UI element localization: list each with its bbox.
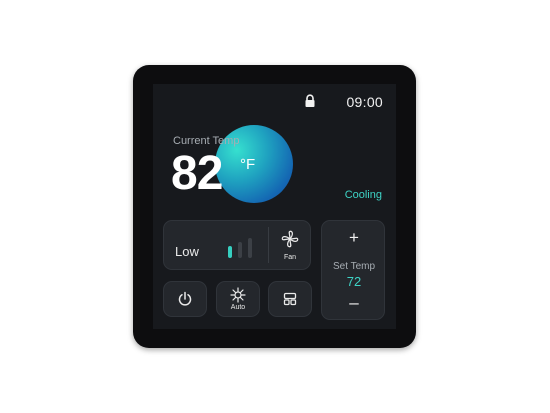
fan-control-tile: Low Fan <box>163 220 311 270</box>
fan-button[interactable]: Fan <box>269 221 311 269</box>
current-temp-value: 82 <box>171 147 223 200</box>
temp-unit: °F <box>240 156 256 173</box>
fan-level-bar <box>248 238 252 258</box>
current-temp-label: Current Temp <box>173 135 240 147</box>
fan-speed-label[interactable]: Low <box>175 244 199 259</box>
increase-temp-button[interactable]: + <box>322 229 386 246</box>
set-temp-label: Set Temp <box>332 261 376 272</box>
decrease-temp-button[interactable]: – <box>322 294 386 311</box>
auto-mode-button[interactable]: Auto <box>216 281 260 317</box>
fan-level-bar <box>228 246 232 258</box>
clock-time: 09:00 <box>346 94 383 110</box>
layout-icon <box>283 292 297 306</box>
auto-label: Auto <box>230 304 246 311</box>
fan-icon <box>281 230 299 248</box>
snowflake-sun-icon <box>230 287 246 303</box>
fan-button-label: Fan <box>283 254 297 261</box>
layout-button[interactable] <box>268 281 312 317</box>
thermostat-screen: 09:00 Current Temp 82 °F Cooling Low Fan <box>153 84 396 329</box>
lock-icon[interactable] <box>303 94 317 108</box>
fan-speed-bars[interactable] <box>228 238 254 258</box>
set-temp-value: 72 <box>346 274 362 289</box>
fan-level-bar <box>238 242 242 258</box>
power-icon <box>178 291 192 306</box>
setpoint-tile: + Set Temp 72 – <box>321 220 385 320</box>
power-button[interactable] <box>163 281 207 317</box>
mode-status: Cooling <box>344 189 382 201</box>
